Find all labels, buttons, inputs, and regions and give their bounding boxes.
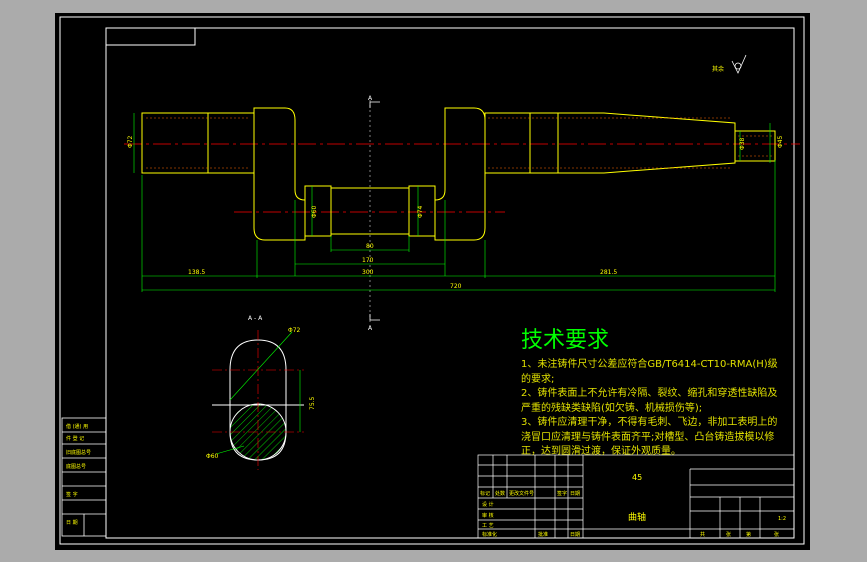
note-line-2: 2、铸件表面上不允许有冷隔、裂纹、缩孔和穿透性缺陷及严重的残缺类缺陷(如欠铸、机… [521, 388, 778, 414]
left-row-2: 旧底图总号 [66, 449, 91, 456]
bottom-label-5: 日期 [570, 532, 580, 538]
roughness-note: 其余 [712, 65, 724, 73]
right-label-2: 第 [746, 531, 751, 538]
sec-dim-offset: 75.5 [309, 396, 316, 410]
bottom-label-3: 标准化 [482, 531, 497, 538]
sec-dim-top: Φ72 [288, 327, 301, 334]
sec-dim-bottom: Φ60 [206, 453, 219, 460]
left-row-4: 签 字 [66, 491, 78, 498]
right-label-3: 张 [774, 531, 779, 538]
drawing-canvas: 借 (通) 用 件 登 记 旧底图总号 底图总号 签 字 日 期 其余 80 1… [55, 13, 810, 550]
row-label-0: 标记 [480, 490, 490, 497]
left-row-5: 日 期 [66, 520, 78, 526]
technical-requirements: 技术要求 1、未注铸件尺寸公差应符合GB/T6414-CT10-RMA(H)级的… [521, 328, 783, 460]
dim-mid-len: 170 [362, 257, 374, 264]
section-view-label: A - A [248, 315, 263, 322]
row-label-1: 处数 [495, 490, 505, 497]
dim-pin-len: 80 [366, 243, 374, 250]
dim-right-len: 281.5 [600, 269, 617, 276]
notes-title: 技术要求 [521, 328, 610, 353]
note-line-1: 1、未注铸件尺寸公差应符合GB/T6414-CT10-RMA(H)级的要求; [521, 359, 778, 385]
dim-left-dia: Φ72 [127, 135, 134, 148]
left-row-0: 借 (通) 用 [66, 423, 88, 430]
bottom-label-1: 审 核 [482, 512, 494, 519]
row-label-4: 日期 [570, 491, 580, 497]
bottom-label-2: 工 艺 [482, 523, 494, 529]
bottom-label-0: 设 计 [482, 501, 494, 508]
dim-right-end: Φ45 [777, 135, 784, 148]
right-label-0: 共 [700, 531, 705, 538]
bottom-label-4: 批准 [538, 531, 548, 538]
dim-left-len: 138.5 [188, 269, 205, 276]
row-label-2: 更改文件号 [509, 490, 534, 497]
left-row-1: 件 登 记 [66, 435, 84, 442]
dim-crank-pin: Φ60 [311, 205, 318, 218]
part-name: 曲轴 [628, 511, 646, 523]
row-label-3: 签字 [557, 490, 567, 497]
dim-total-len: 720 [450, 283, 462, 290]
dim-pin-right: Φ74 [417, 205, 424, 218]
left-row-3: 底图总号 [66, 463, 86, 470]
right-label-1: 张 [726, 531, 731, 538]
material: 45 [632, 473, 642, 482]
dim-span: 300 [362, 269, 374, 276]
note-line-3: 3、铸件应清理干净，不得有毛刺、飞边，非加工表明上的浇冒口应清理与铸件表面齐平;… [521, 417, 778, 457]
scale-value: 1:2 [778, 516, 786, 522]
dim-right-dia: Φ38 [739, 137, 746, 150]
sheet-background [55, 13, 810, 550]
